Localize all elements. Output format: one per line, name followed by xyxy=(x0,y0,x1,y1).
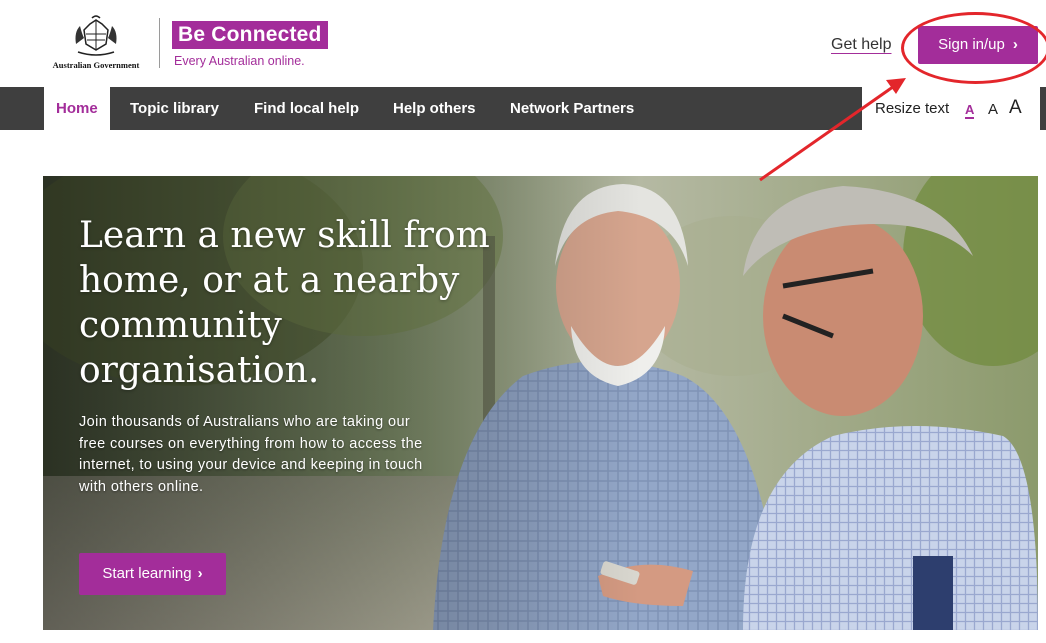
hero-description: Join thousands of Australians who are ta… xyxy=(79,414,423,495)
brand-title[interactable]: Be Connected xyxy=(172,21,328,49)
logo-divider xyxy=(159,18,160,68)
nav-edge xyxy=(1040,87,1046,130)
resize-medium-button[interactable]: A xyxy=(988,101,998,118)
site-header: Australian Government Be Connected Every… xyxy=(0,0,1046,86)
nav-item-help-others[interactable]: Help others xyxy=(393,87,476,130)
sign-in-button[interactable]: Sign in/up › xyxy=(918,26,1038,64)
resize-text-label: Resize text xyxy=(875,100,950,117)
nav-item-home[interactable]: Home xyxy=(44,87,110,130)
brand-tagline: Every Australian online. xyxy=(174,54,305,68)
nav-item-topic-library[interactable]: Topic library xyxy=(130,87,219,130)
resize-large-button[interactable]: A xyxy=(1009,97,1022,119)
start-learning-button[interactable]: Start learning › xyxy=(79,553,226,595)
resize-text-control: Resize text A A A xyxy=(862,87,1046,130)
coat-of-arms-icon xyxy=(75,15,117,56)
main-nav: Home Topic library Find local help Help … xyxy=(0,87,1046,130)
government-name: Australian Government xyxy=(52,60,140,70)
nav-item-find-local-help[interactable]: Find local help xyxy=(254,87,359,130)
resize-small-button[interactable]: A xyxy=(965,103,975,119)
sign-in-label: Sign in/up xyxy=(938,36,1005,53)
chevron-right-icon: › xyxy=(1012,36,1018,53)
chevron-right-icon: › xyxy=(197,565,203,582)
australian-government-logo[interactable]: Australian Government xyxy=(44,14,148,74)
get-help-link[interactable]: Get help xyxy=(831,36,891,54)
nav-item-network-partners[interactable]: Network Partners xyxy=(510,87,634,130)
hero-title: Learn a new skill from home, or at a nea… xyxy=(79,215,490,391)
start-learning-label: Start learning xyxy=(102,565,192,582)
hero-banner: Learn a new skill from home, or at a nea… xyxy=(43,176,1038,630)
